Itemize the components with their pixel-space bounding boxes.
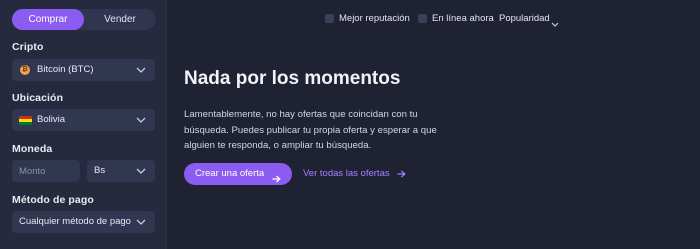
currency-label: Moneda (12, 143, 53, 155)
currency-select[interactable]: Bs (87, 160, 155, 182)
bitcoin-icon: ₿ (20, 65, 30, 75)
empty-state-title: Nada por los momentos (184, 68, 401, 89)
sort-dropdown[interactable]: Popularidad (499, 13, 550, 24)
chevron-down-icon (136, 59, 146, 81)
buy-tab[interactable]: Comprar (12, 9, 84, 30)
online-now-label[interactable]: En línea ahora (432, 13, 494, 24)
empty-state-description: Lamentablemente, no hay ofertas que coin… (184, 109, 437, 151)
crypto-label: Cripto (12, 41, 44, 53)
crypto-value: Bitcoin (BTC) (37, 64, 94, 75)
create-offer-label: Crear una oferta (195, 168, 265, 179)
payment-method-select[interactable]: Cualquier método de pago (12, 211, 155, 233)
payment-method-label: Método de pago (12, 194, 94, 206)
crypto-select[interactable]: ₿ Bitcoin (BTC) (12, 59, 155, 81)
chevron-down-icon (136, 109, 146, 131)
filter-sidebar: Comprar Vender Cripto ₿ Bitcoin (BTC) Ub… (0, 0, 167, 249)
sell-tab[interactable]: Vender (84, 9, 156, 30)
location-value: Bolivia (37, 114, 65, 125)
chevron-down-icon[interactable] (551, 15, 559, 27)
best-reputation-checkbox[interactable] (325, 14, 334, 23)
see-all-offers-label: Ver todas las ofertas (303, 168, 390, 179)
best-reputation-label[interactable]: Mejor reputación (339, 13, 410, 24)
chevron-down-icon (136, 160, 146, 182)
payment-method-value: Cualquier método de pago (19, 216, 131, 227)
location-label: Ubicación (12, 92, 64, 104)
arrow-right-icon (272, 170, 281, 192)
online-now-checkbox[interactable] (418, 14, 427, 23)
create-offer-button[interactable]: Crear una oferta (184, 163, 292, 185)
buy-sell-toggle: Comprar Vender (12, 9, 156, 30)
bolivia-flag-icon (19, 116, 32, 125)
chevron-down-icon (136, 211, 146, 233)
location-select[interactable]: Bolivia (12, 109, 155, 131)
see-all-offers-link[interactable]: Ver todas las ofertas (303, 168, 406, 179)
arrow-right-icon (397, 170, 406, 181)
amount-input[interactable] (12, 160, 80, 182)
currency-value: Bs (94, 165, 106, 176)
